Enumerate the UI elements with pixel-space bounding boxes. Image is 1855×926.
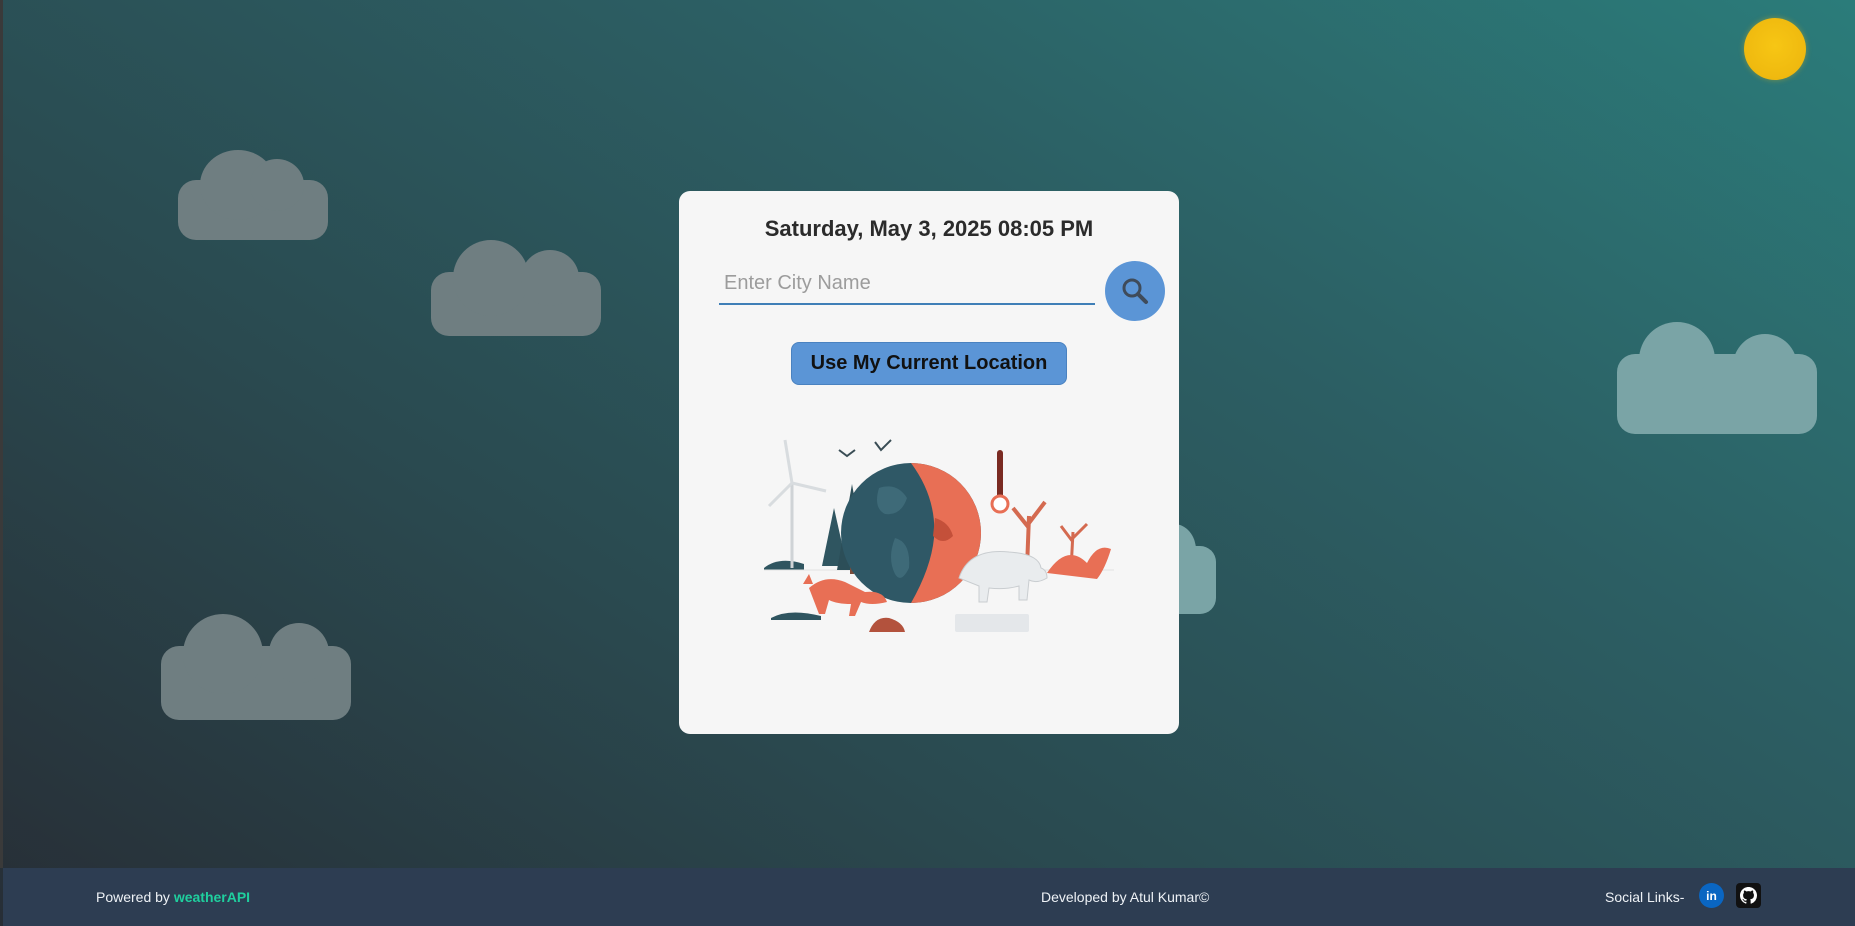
- footer: Powered by weatherAPI Developed by Atul …: [3, 868, 1855, 926]
- social-links-label: Social Links-: [1605, 889, 1685, 905]
- weather-card: Saturday, May 3, 2025 08:05 PM Use My Cu…: [679, 191, 1179, 734]
- cloud-icon: [178, 150, 328, 240]
- weatherapi-link[interactable]: weatherAPI: [174, 889, 250, 905]
- github-icon[interactable]: [1736, 883, 1761, 908]
- current-datetime: Saturday, May 3, 2025 08:05 PM: [764, 216, 1094, 241]
- powered-by-label: Powered by: [96, 889, 170, 905]
- cloud-icon: [161, 614, 351, 720]
- cloud-icon: [431, 240, 601, 336]
- use-current-location-button[interactable]: Use My Current Location: [791, 342, 1067, 385]
- search-button[interactable]: [1105, 261, 1165, 321]
- window-edge: [0, 0, 3, 868]
- developer-credit: Developed by Atul Kumar©: [1041, 889, 1210, 905]
- search-icon: [1122, 278, 1148, 304]
- cloud-icon: [1617, 322, 1817, 434]
- linkedin-icon[interactable]: in: [1699, 883, 1724, 908]
- powered-by: Powered by weatherAPI: [96, 889, 250, 905]
- sun-icon: [1744, 18, 1806, 80]
- city-search-input[interactable]: [719, 263, 1095, 305]
- climate-change-illustration: [764, 439, 1114, 632]
